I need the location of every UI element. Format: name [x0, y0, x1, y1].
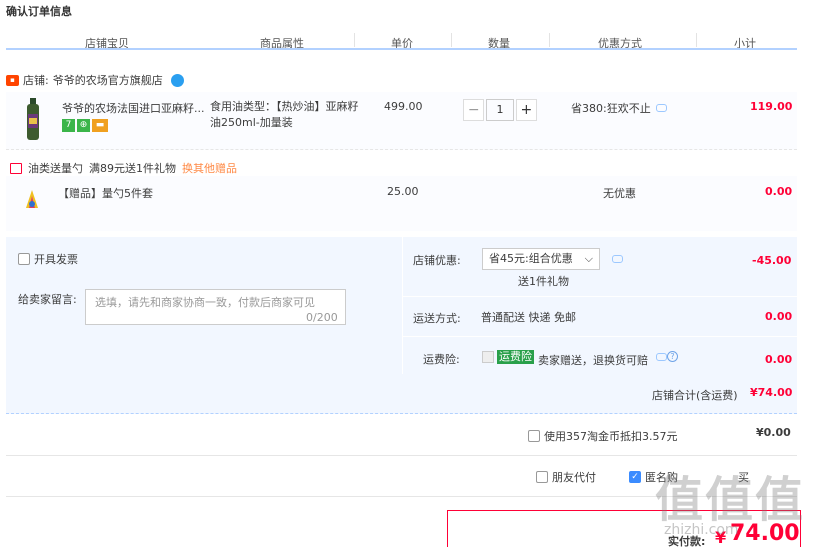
shop-coupon-value: 省45元:组合优惠 [489, 252, 573, 265]
quantity-input[interactable]: 1 [486, 99, 514, 121]
shipping-label: 运送方式: [413, 312, 461, 325]
page-title: 确认订单信息 [6, 5, 72, 18]
promotion-info: 省380:狂欢不止 [571, 100, 667, 116]
shop-line: ▪ 店铺: 爷爷的农场官方旗舰店 [6, 71, 184, 89]
header-divider [6, 48, 797, 50]
insurance-chat-icon[interactable] [656, 353, 667, 361]
shipping-method: 普通配送 快递 免邮 [481, 311, 576, 324]
change-gift-link[interactable]: 换其他赠品 [182, 160, 237, 176]
promotion-text: 省380:狂欢不止 [571, 102, 651, 115]
shop-coupon-label: 店铺优惠: [413, 254, 461, 267]
guarantee-icon: ⊕ [77, 119, 90, 132]
seller-message-placeholder: 选填，请先和商家协商一致，付款后商家可见 [95, 296, 315, 309]
coin-value: ¥0.00 [756, 426, 791, 439]
invoice-label: 开具发票 [34, 253, 78, 266]
product-image[interactable] [22, 98, 44, 140]
gift-product-image[interactable] [22, 188, 42, 210]
friend-pay-label: 朋友代付 [552, 471, 596, 484]
options-divider [402, 336, 797, 337]
quantity-minus-button[interactable]: − [463, 99, 485, 121]
col-separator [549, 33, 550, 47]
product-title-link[interactable]: 爷爷的农场法国进口亚麻籽... [62, 100, 210, 116]
invoice-checkbox[interactable] [18, 253, 30, 265]
coin-label: 使用357淘金币抵扣3.57元 [544, 430, 678, 443]
insurance-text: 卖家赠送，退换货可赔 [538, 354, 648, 367]
options-divider [402, 296, 797, 297]
product-badges: 7 ⊕ ▬ [62, 119, 108, 132]
insurance-label: 运费险: [423, 353, 460, 366]
taobao-coin-option[interactable]: 使用357淘金币抵扣3.57元 [528, 428, 678, 444]
col-separator [451, 33, 452, 47]
friend-pay-option[interactable]: 朋友代付 [536, 469, 596, 485]
item-subtotal: 119.00 [750, 100, 793, 113]
help-icon[interactable]: ? [667, 351, 678, 362]
gift-rule-label: 油类送量勺 [28, 162, 83, 175]
shop-total-label: 店铺合计(含运费) [652, 389, 738, 402]
coupon-gift-note: 送1件礼物 [518, 275, 569, 288]
product-attribute: 食用油类型：【热炒油】亚麻籽油250ml-加量装 [210, 100, 359, 129]
gift-promotion: 无优惠 [603, 187, 636, 200]
friend-pay-checkbox[interactable] [536, 471, 548, 483]
coupon-info-icon[interactable] [612, 255, 623, 263]
chevron-down-icon: ⌵ [584, 252, 593, 265]
col-separator [354, 33, 355, 47]
card-payment-icon: ▬ [92, 119, 108, 132]
shop-name-link[interactable]: 爷爷的农场官方旗舰店 [53, 72, 163, 88]
message-label: 给卖家留言: [18, 293, 77, 306]
shop-coupon-select[interactable]: 省45元:组合优惠 ⌵ [482, 248, 600, 270]
quantity-stepper: − 1 + [463, 99, 537, 121]
shop-label: 店铺: [23, 74, 49, 87]
gift-rule-text: 满89元送1件礼物 [89, 162, 176, 175]
chat-wangwang-icon[interactable] [170, 73, 184, 87]
message-char-count: 0/200 [306, 311, 338, 324]
gift-name[interactable]: 【赠品】量勺5件套 [58, 185, 153, 201]
quantity-plus-button[interactable]: + [515, 99, 537, 121]
invoice-option[interactable]: 开具发票 [18, 251, 78, 267]
gift-subtotal: 0.00 [765, 185, 793, 198]
insurance-amount: 0.00 [765, 353, 793, 366]
watermark-logo: 值值值 [655, 472, 806, 528]
coin-checkbox[interactable] [528, 430, 540, 442]
gift-rule-line: 油类送量勺 满89元送1件礼物 换其他赠品 [10, 160, 237, 176]
insurance-tag: 运费险 [497, 350, 534, 364]
coupon-amount: -45.00 [752, 254, 792, 267]
insurance-checkbox [482, 351, 494, 363]
anonymous-checkbox[interactable]: ✓ [629, 471, 641, 483]
watermark-url: zhizhi.com [664, 522, 739, 538]
seven-day-return-icon: 7 [62, 119, 75, 132]
promotion-detail-icon[interactable] [655, 104, 667, 112]
col-separator [696, 33, 697, 47]
gift-icon [10, 162, 22, 174]
divider [6, 455, 797, 456]
unit-price: 499.00 [384, 100, 423, 113]
shop-total-value: ¥74.00 [750, 386, 793, 399]
store-icon: ▪ [6, 74, 19, 86]
gift-price: 25.00 [387, 185, 419, 198]
shipping-amount: 0.00 [765, 310, 793, 323]
